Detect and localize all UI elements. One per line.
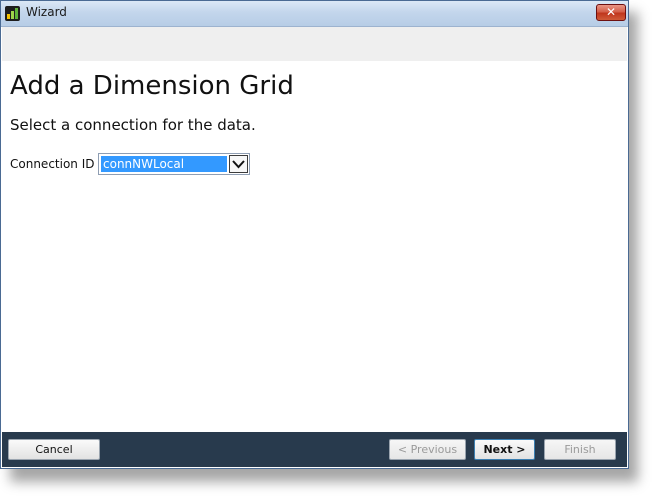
chevron-down-icon [232, 160, 245, 169]
previous-button[interactable]: < Previous [389, 439, 466, 460]
connection-id-value: connNWLocal [101, 156, 227, 172]
wizard-content: Add a Dimension Grid Select a connection… [2, 61, 627, 432]
window-title: Wizard [26, 5, 67, 19]
page-subtitle: Select a connection for the data. [10, 116, 256, 134]
wizard-footer: Cancel < Previous Next > Finish [2, 432, 627, 467]
connection-id-label: Connection ID [10, 157, 95, 171]
header-band [2, 27, 627, 61]
close-button[interactable]: ✕ [596, 4, 626, 21]
title-bar[interactable]: Wizard ✕ [1, 1, 628, 27]
next-button[interactable]: Next > [474, 439, 535, 460]
cancel-button[interactable]: Cancel [8, 439, 100, 460]
dropdown-button[interactable] [229, 155, 248, 173]
close-icon: ✕ [605, 5, 617, 19]
finish-button[interactable]: Finish [544, 439, 616, 460]
page-title: Add a Dimension Grid [10, 71, 294, 101]
connection-id-select[interactable]: connNWLocal [98, 153, 250, 175]
bar-chart-icon [5, 6, 20, 21]
wizard-window: Wizard ✕ Add a Dimension Grid Select a c… [0, 0, 629, 469]
